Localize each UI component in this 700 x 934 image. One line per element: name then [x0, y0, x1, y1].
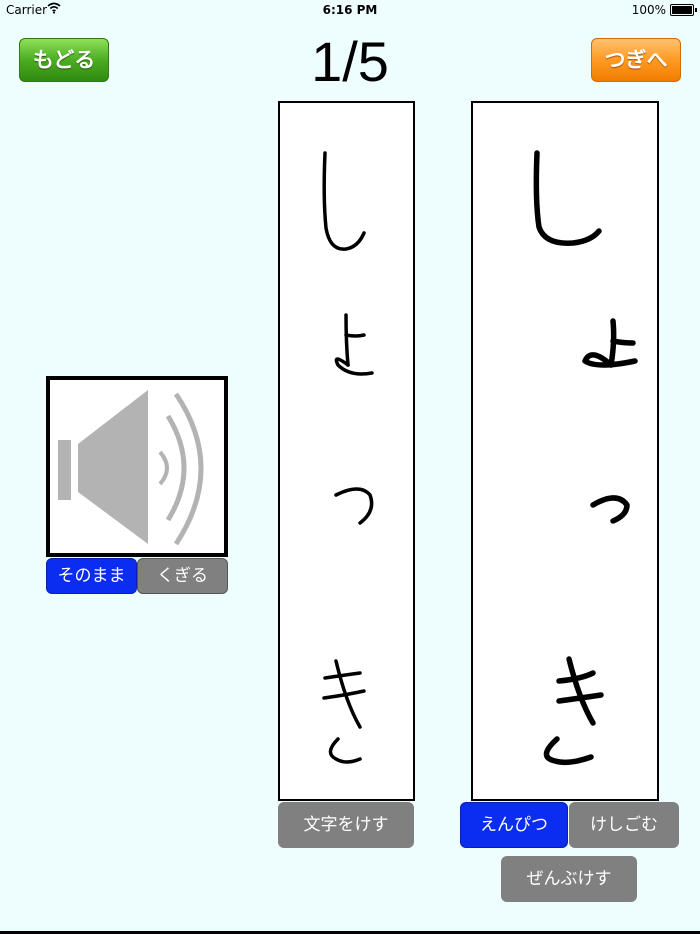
eraser-tool-button[interactable]: けしごむ: [569, 802, 679, 848]
mode-split-button[interactable]: くぎる: [137, 558, 228, 594]
clear-text-button[interactable]: 文字をけす: [278, 802, 414, 848]
play-audio-button[interactable]: [46, 376, 228, 557]
clock: 6:16 PM: [322, 3, 378, 17]
writing-canvas[interactable]: [471, 101, 659, 801]
page-counter: 1/5: [311, 30, 389, 93]
mode-as-is-button[interactable]: そのまま: [46, 558, 137, 594]
clear-all-button[interactable]: ぜんぶけす: [501, 856, 637, 902]
speaker-icon: [58, 390, 204, 546]
status-bar: Carrier 6:16 PM 100%: [0, 0, 700, 20]
battery-percent: 100%: [631, 3, 666, 17]
user-handwriting: [533, 150, 638, 766]
next-button[interactable]: つぎへ: [591, 38, 681, 82]
pencil-tool-button[interactable]: えんぴつ: [460, 802, 568, 848]
model-handwriting: [322, 151, 374, 764]
battery-icon: [670, 4, 697, 16]
model-writing-strip: [278, 101, 415, 801]
back-button[interactable]: もどる: [19, 38, 109, 82]
